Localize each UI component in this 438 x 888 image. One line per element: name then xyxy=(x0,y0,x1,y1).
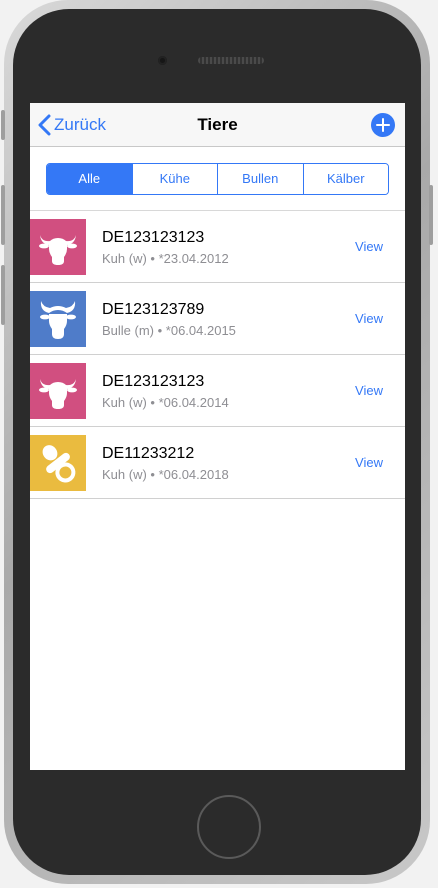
bull-icon xyxy=(40,301,76,339)
cow-icon xyxy=(39,235,77,265)
segment-bulls[interactable]: Bullen xyxy=(217,164,303,194)
list-item[interactable]: DE11233212 Kuh (w) • *06.04.2018 View xyxy=(30,427,405,499)
power-button xyxy=(429,185,433,245)
animal-id: DE11233212 xyxy=(102,445,195,462)
add-animal-button[interactable] xyxy=(371,113,395,137)
navigation-bar: Zurück Tiere xyxy=(30,103,405,147)
animal-thumbnail xyxy=(30,291,86,347)
view-button[interactable]: View xyxy=(355,383,383,398)
segment-calves[interactable]: Kälber xyxy=(302,164,388,194)
animal-list: DE123123123 Kuh (w) • *23.04.2012 View D… xyxy=(30,211,405,499)
volume-up-button xyxy=(1,185,5,245)
segment-cows[interactable]: Kühe xyxy=(131,164,217,194)
view-button[interactable]: View xyxy=(355,455,383,470)
animal-detail: Kuh (w) • *06.04.2014 xyxy=(102,395,229,410)
animal-thumbnail xyxy=(30,435,86,491)
animal-id: DE123123123 xyxy=(102,373,205,390)
animal-id: DE123123123 xyxy=(102,229,205,246)
animal-detail: Kuh (w) • *23.04.2012 xyxy=(102,251,229,266)
view-button[interactable]: View xyxy=(355,239,383,254)
volume-down-button xyxy=(1,265,5,325)
pacifier-icon xyxy=(42,445,76,483)
animal-detail: Bulle (m) • *06.04.2015 xyxy=(102,323,236,338)
page-title: Tiere xyxy=(197,115,238,134)
cow-icon xyxy=(39,379,77,409)
animal-detail: Kuh (w) • *06.04.2018 xyxy=(102,467,229,482)
animal-thumbnail xyxy=(30,363,86,419)
segmented-control: Alle Kühe Bullen Kälber xyxy=(46,163,389,195)
list-item[interactable]: DE123123123 Kuh (w) • *23.04.2012 View xyxy=(30,211,405,283)
list-item[interactable]: DE123123789 Bulle (m) • *06.04.2015 View xyxy=(30,283,405,355)
animal-id: DE123123789 xyxy=(102,301,205,318)
view-button[interactable]: View xyxy=(355,311,383,326)
segment-all[interactable]: Alle xyxy=(47,164,132,194)
filter-bar: Alle Kühe Bullen Kälber xyxy=(30,147,405,211)
animal-thumbnail xyxy=(30,219,86,275)
earpiece-speaker xyxy=(198,57,264,64)
mute-switch xyxy=(1,110,5,140)
home-button[interactable] xyxy=(197,795,261,859)
app-screen: Zurück Tiere Alle Kühe Bullen Kälber DE1… xyxy=(30,103,405,770)
front-camera xyxy=(158,56,167,65)
list-item[interactable]: DE123123123 Kuh (w) • *06.04.2014 View xyxy=(30,355,405,427)
